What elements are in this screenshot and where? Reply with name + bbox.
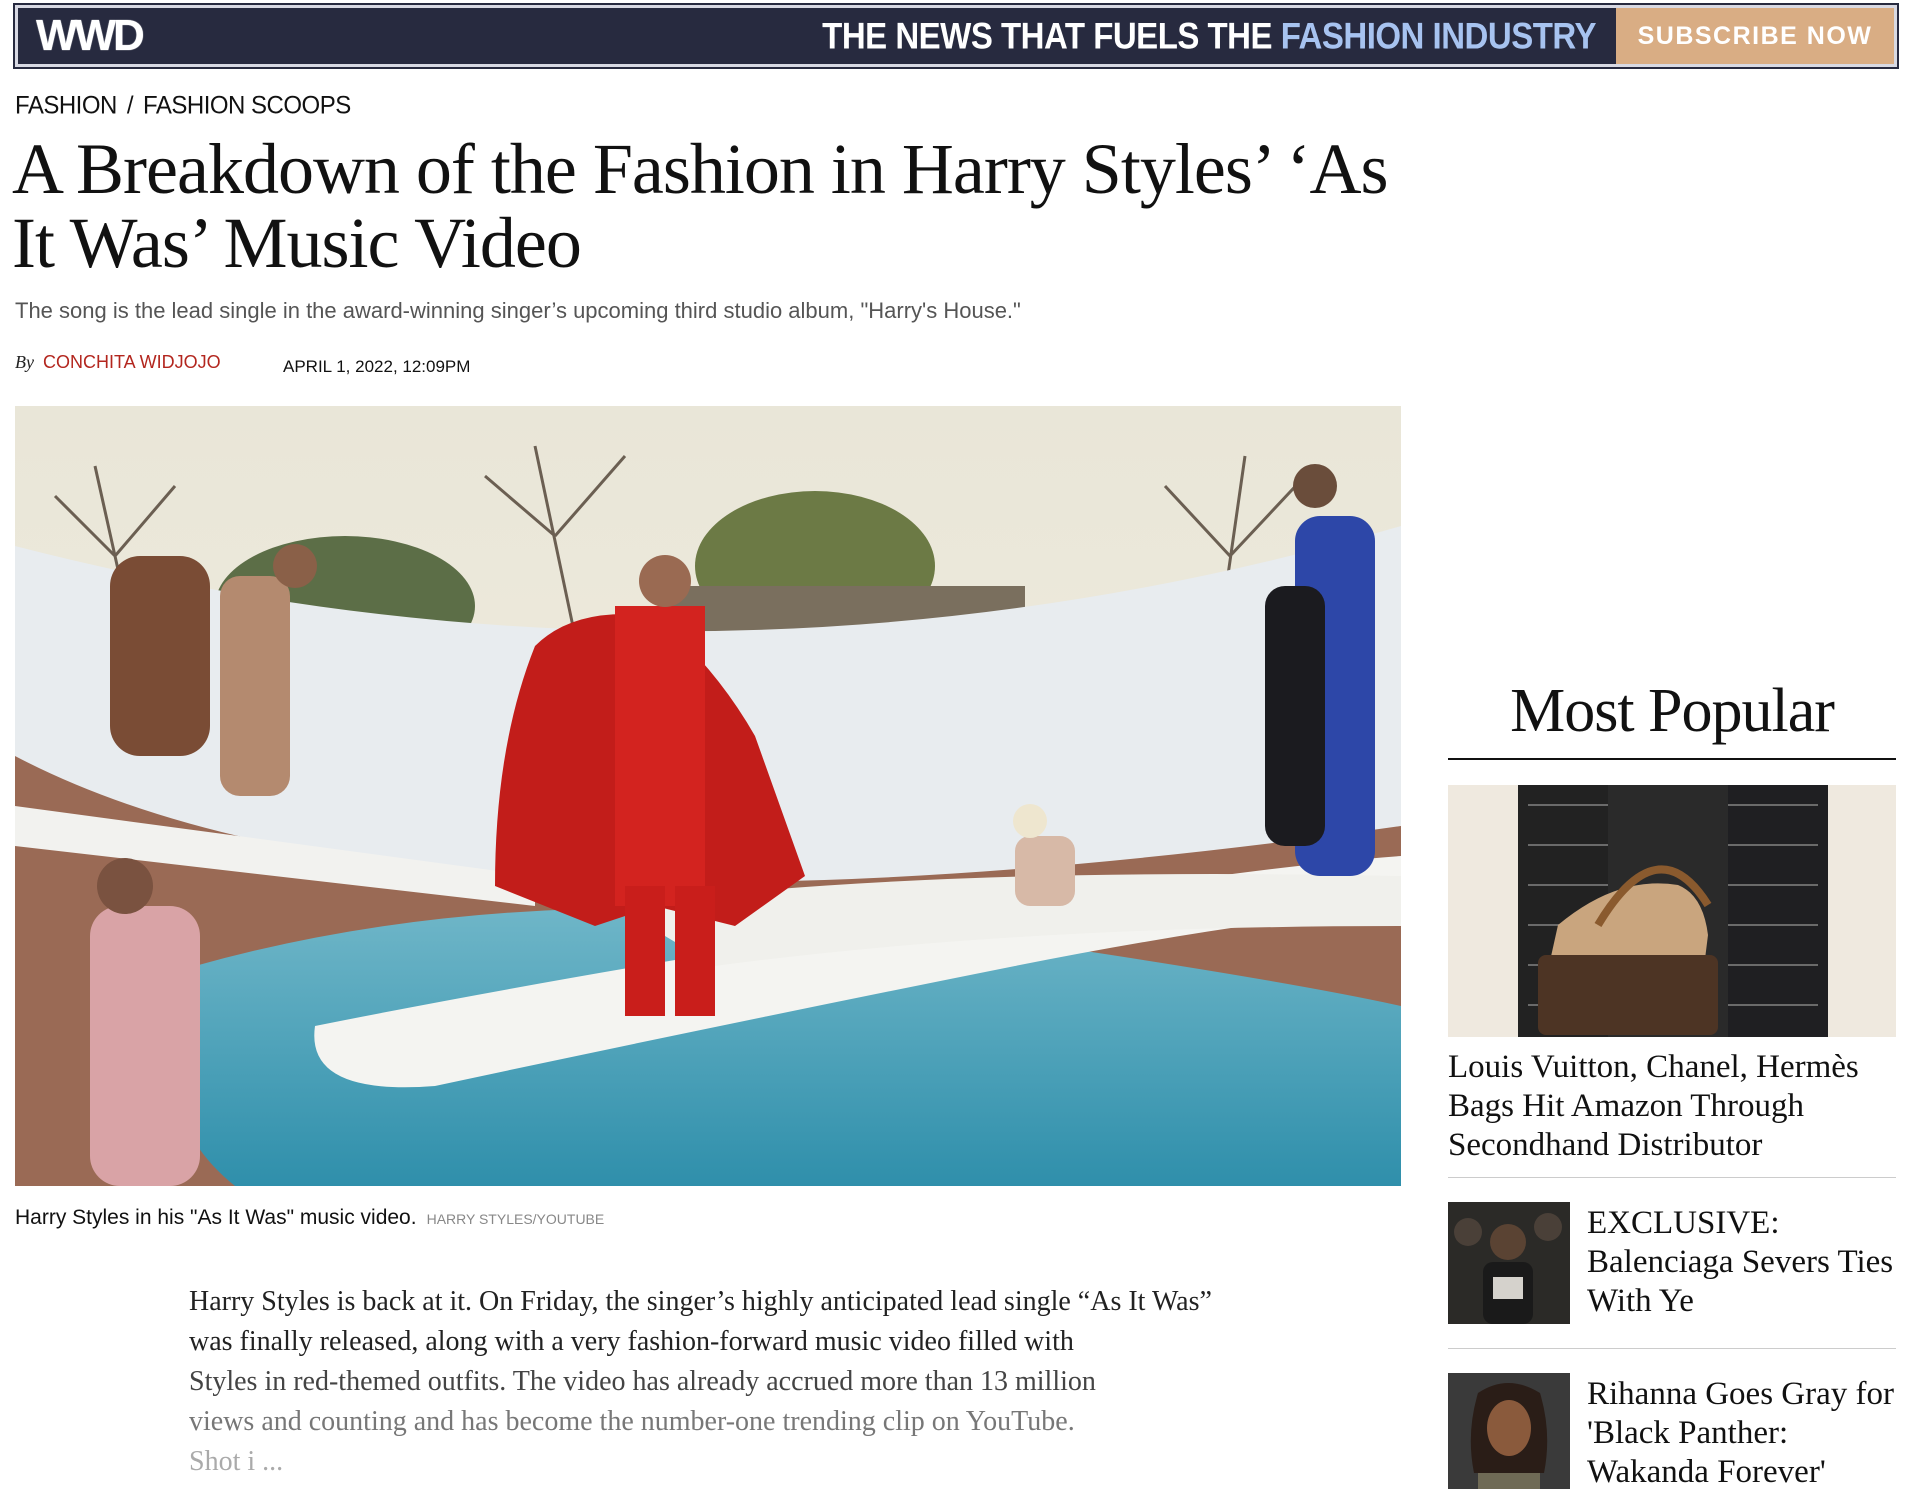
popular-item-2-link[interactable]: EXCLUSIVE: Balenciaga Severs Ties With Y… xyxy=(1587,1205,1893,1319)
author-link[interactable]: CONCHITA WIDJOJO xyxy=(43,352,221,372)
tagline-accent: FASHION INDUSTRY xyxy=(1280,14,1597,57)
byline-prefix: By xyxy=(15,352,34,372)
popular-item-3-thumbnail[interactable] xyxy=(1448,1373,1570,1489)
tagline-main: THE NEWS THAT FUELS THE xyxy=(822,14,1281,57)
breadcrumb-separator: / xyxy=(126,91,134,120)
ye-thumbnail-illustration xyxy=(1448,1202,1570,1324)
rihanna-thumbnail-illustration xyxy=(1448,1373,1570,1489)
wwd-logo[interactable]: WWD xyxy=(36,11,145,61)
popular-item-3-title[interactable]: Rihanna Goes Gray for 'Black Panther: Wa… xyxy=(1587,1375,1897,1489)
breadcrumb-fashion[interactable]: FASHION xyxy=(15,91,117,119)
popular-divider-1 xyxy=(1448,1177,1896,1178)
popular-item-2-thumbnail[interactable] xyxy=(1448,1202,1570,1324)
subscribe-button[interactable]: SUBSCRIBE NOW xyxy=(1616,8,1894,64)
popular-item-1-link[interactable]: Louis Vuitton, Chanel, Hermès Bags Hit A… xyxy=(1448,1049,1859,1163)
popular-item-3-link[interactable]: Rihanna Goes Gray for 'Black Panther: Wa… xyxy=(1587,1376,1894,1489)
publish-timestamp: APRIL 1, 2022, 12:09PM xyxy=(283,357,471,376)
body-line-2: Styles in red-themed outfits. The video … xyxy=(189,1366,1096,1397)
most-popular-title: Most Popular xyxy=(1510,677,1835,745)
hero-image-illustration xyxy=(15,406,1401,1186)
body-line-1: Harry Styles is back at it. On Friday, t… xyxy=(189,1286,1212,1357)
caption-credit: HARRY STYLES/YOUTUBE xyxy=(426,1211,605,1227)
banner-tagline: THE NEWS THAT FUELS THE FASHION INDUSTRY xyxy=(822,15,1596,58)
popular-item-1-title[interactable]: Louis Vuitton, Chanel, Hermès Bags Hit A… xyxy=(1448,1048,1896,1165)
caption-text: Harry Styles in his "As It Was" music vi… xyxy=(15,1206,417,1229)
popular-item-2-title[interactable]: EXCLUSIVE: Balenciaga Severs Ties With Y… xyxy=(1587,1204,1897,1321)
popular-divider-2 xyxy=(1448,1348,1896,1349)
article-body: Harry Styles is back at it. On Friday, t… xyxy=(189,1282,1249,1482)
article-dek: The song is the lead single in the award… xyxy=(15,298,1021,323)
most-popular-divider xyxy=(1448,758,1896,760)
hero-image[interactable] xyxy=(15,406,1401,1186)
handbag-image-illustration xyxy=(1448,785,1896,1037)
body-line-4: Shot i ... xyxy=(189,1446,284,1477)
image-caption: Harry Styles in his "As It Was" music vi… xyxy=(15,1206,604,1230)
breadcrumb: FASHION / FASHION SCOOPS xyxy=(15,91,351,120)
popular-item-1-image[interactable] xyxy=(1448,785,1896,1037)
body-line-3: views and counting and has become the nu… xyxy=(189,1406,1075,1437)
article-headline: A Breakdown of the Fashion in Harry Styl… xyxy=(12,129,1388,283)
breadcrumb-fashion-scoops[interactable]: FASHION SCOOPS xyxy=(143,91,351,119)
top-banner: WWD THE NEWS THAT FUELS THE FASHION INDU… xyxy=(13,3,1899,69)
byline: By CONCHITA WIDJOJO xyxy=(15,352,221,373)
